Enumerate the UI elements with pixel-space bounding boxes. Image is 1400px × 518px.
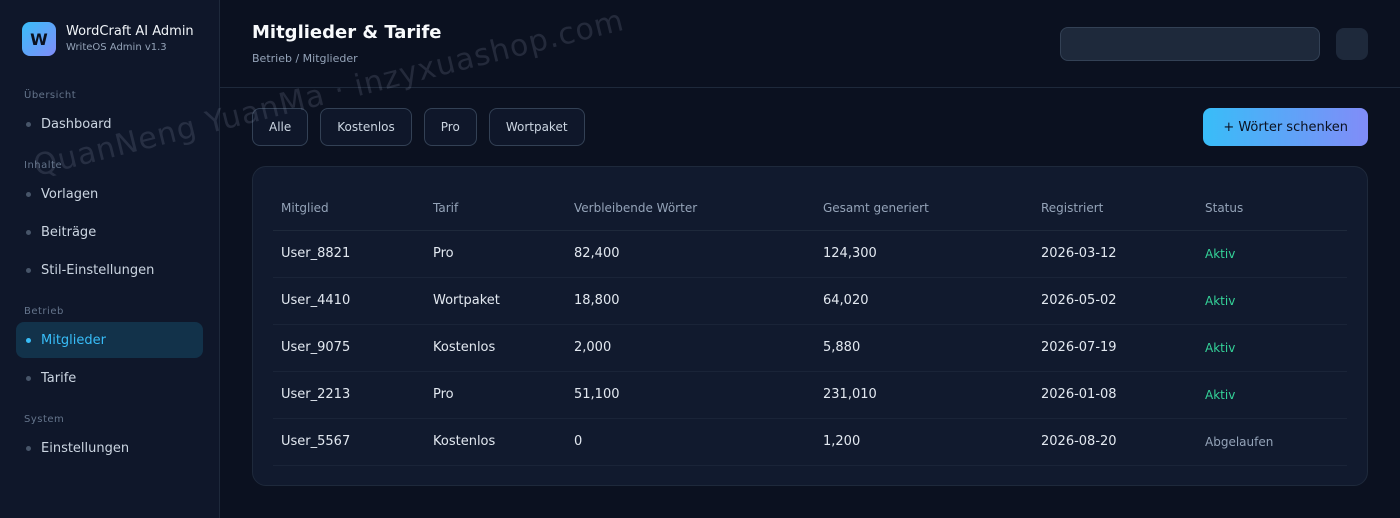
- sidebar-item-tarife[interactable]: Tarife: [16, 360, 203, 396]
- table-row[interactable]: User_8821 Pro 82,400 124,300 2026-03-12 Aktiv: [273, 230, 1347, 278]
- sidebar: W WordCraft AI Admin WriteOS Admin v1.3 …: [0, 0, 220, 518]
- sidebar-item-label: Vorlagen: [41, 186, 99, 202]
- table-cell: 82,400: [566, 230, 815, 278]
- gift-words-button[interactable]: + Wörter schenken: [1203, 108, 1368, 146]
- table-cell: 2026-01-08: [1033, 371, 1197, 419]
- bullet-icon: [26, 229, 31, 235]
- brand-logo: W: [22, 22, 56, 56]
- sidebar-item-label: Beiträge: [41, 224, 97, 240]
- table-cell: 2026-08-20: [1033, 418, 1197, 466]
- status-badge: Abgelaufen: [1197, 418, 1347, 466]
- filter-button[interactable]: Kostenlos: [320, 108, 412, 146]
- table-row[interactable]: User_4410 Wortpaket 18,800 64,020 2026-05-02…: [273, 277, 1347, 325]
- bullet-icon: [26, 445, 31, 451]
- sidebar-item-dashboard[interactable]: Dashboard: [16, 106, 203, 142]
- table-cell: User_4410: [273, 277, 425, 325]
- sidebar-item-beiträge[interactable]: Beiträge: [16, 214, 203, 250]
- members-card: Mitglied Tarif Verbleibende Wörter Gesamt g…: [252, 166, 1368, 486]
- sidebar-item-label: Dashboard: [41, 116, 112, 132]
- status-badge: Aktiv: [1197, 277, 1347, 325]
- table-cell: 2026-05-02: [1033, 277, 1197, 325]
- bullet-icon: [26, 121, 31, 127]
- table-cell: User_9075: [273, 324, 425, 372]
- table-cell: 2026-03-12: [1033, 230, 1197, 278]
- app-root: W WordCraft AI Admin WriteOS Admin v1.3 …: [0, 0, 1400, 518]
- main-content: Mitglieder & Tarife Betrieb / Mitglieder…: [220, 0, 1400, 518]
- bullet-icon: [26, 191, 31, 197]
- table-cell: 2026-07-19: [1033, 324, 1197, 372]
- nav-group: Inhalte Vorlagen Beiträge Stil-Einstellunge…: [16, 156, 203, 288]
- column-header: Registriert: [1033, 187, 1197, 231]
- table-cell: 1,200: [815, 418, 1033, 466]
- table-cell: Kostenlos: [425, 324, 566, 372]
- nav-group: Übersicht Dashboard: [16, 86, 203, 142]
- table-cell: 64,020: [815, 277, 1033, 325]
- table-cell: Kostenlos: [425, 418, 566, 466]
- table-row[interactable]: User_9075 Kostenlos 2,000 5,880 2026-07-19 Ak…: [273, 324, 1347, 372]
- filter-group: Alle Kostenlos Pro Wortpaket: [252, 108, 585, 146]
- table-cell: User_8821: [273, 230, 425, 278]
- table-cell: 51,100: [566, 371, 815, 419]
- bullet-icon: [26, 375, 31, 381]
- table-cell: Pro: [425, 230, 566, 278]
- table-row[interactable]: User_5567 Kostenlos 0 1,200 2026-08-20 Abgela…: [273, 418, 1347, 466]
- table-body: User_8821 Pro 82,400 124,300 2026-03-12 Aktiv…: [273, 230, 1347, 466]
- filter-button[interactable]: Alle: [252, 108, 309, 146]
- members-table: Mitglied Tarif Verbleibende Wörter Gesamt g…: [273, 187, 1347, 466]
- column-header: Tarif: [425, 187, 566, 231]
- brand: W WordCraft AI Admin WriteOS Admin v1.3: [22, 22, 203, 56]
- column-header: Gesamt generiert: [815, 187, 1033, 231]
- sidebar-item-einstellungen[interactable]: Einstellungen: [16, 430, 203, 466]
- sidebar-item-label: Stil-Einstellungen: [41, 262, 155, 278]
- table-cell: 5,880: [815, 324, 1033, 372]
- column-header: Verbleibende Wörter: [566, 187, 815, 231]
- table-cell: 0: [566, 418, 815, 466]
- table-cell: User_5567: [273, 418, 425, 466]
- nav-section-title: System: [24, 414, 65, 425]
- toolbar: Alle Kostenlos Pro Wortpaket + Wörter schen…: [220, 88, 1400, 146]
- table-header-row: Mitglied Tarif Verbleibende Wörter Gesamt g…: [273, 187, 1347, 231]
- nav-group: Betrieb Mitglieder Tarife: [16, 302, 203, 396]
- nav-group: System Einstellungen: [16, 410, 203, 466]
- brand-name: WordCraft AI Admin: [66, 24, 194, 39]
- table-cell: 18,800: [566, 277, 815, 325]
- bullet-icon: [26, 267, 31, 273]
- sidebar-nav: Übersicht Dashboard Inhalte Vorlagen Beiträg…: [16, 86, 203, 466]
- column-header: Status: [1197, 187, 1347, 231]
- table-row[interactable]: User_2213 Pro 51,100 231,010 2026-01-08 Aktiv: [273, 371, 1347, 419]
- nav-section-title: Inhalte: [24, 160, 63, 171]
- bullet-icon: [26, 337, 31, 343]
- table-cell: Wortpaket: [425, 277, 566, 325]
- sidebar-item-label: Mitglieder: [41, 332, 106, 348]
- filter-button[interactable]: Wortpaket: [488, 108, 585, 146]
- column-header: Mitglied: [273, 187, 425, 231]
- table-cell: 124,300: [815, 230, 1033, 278]
- sidebar-item-label: Einstellungen: [41, 440, 130, 456]
- status-badge: Aktiv: [1197, 230, 1347, 278]
- nav-section-title: Übersicht: [24, 90, 77, 101]
- header-action-button[interactable]: [1336, 28, 1368, 60]
- search-input[interactable]: [1060, 27, 1320, 61]
- sidebar-item-mitglieder[interactable]: Mitglieder: [16, 322, 203, 358]
- sidebar-item-label: Tarife: [41, 370, 77, 386]
- status-badge: Aktiv: [1197, 371, 1347, 419]
- table-cell: User_2213: [273, 371, 425, 419]
- table-cell: 231,010: [815, 371, 1033, 419]
- page-header: Mitglieder & Tarife Betrieb / Mitglieder: [220, 0, 1400, 88]
- brand-text: WordCraft AI Admin WriteOS Admin v1.3: [66, 23, 194, 55]
- table-cell: 2,000: [566, 324, 815, 372]
- filter-button[interactable]: Pro: [423, 108, 477, 146]
- table-cell: Pro: [425, 371, 566, 419]
- sidebar-item-stil-einstellungen[interactable]: Stil-Einstellungen: [16, 252, 203, 288]
- nav-section-title: Betrieb: [24, 306, 64, 317]
- brand-subtitle: WriteOS Admin v1.3: [66, 42, 167, 53]
- sidebar-item-vorlagen[interactable]: Vorlagen: [16, 176, 203, 212]
- status-badge: Aktiv: [1197, 324, 1347, 372]
